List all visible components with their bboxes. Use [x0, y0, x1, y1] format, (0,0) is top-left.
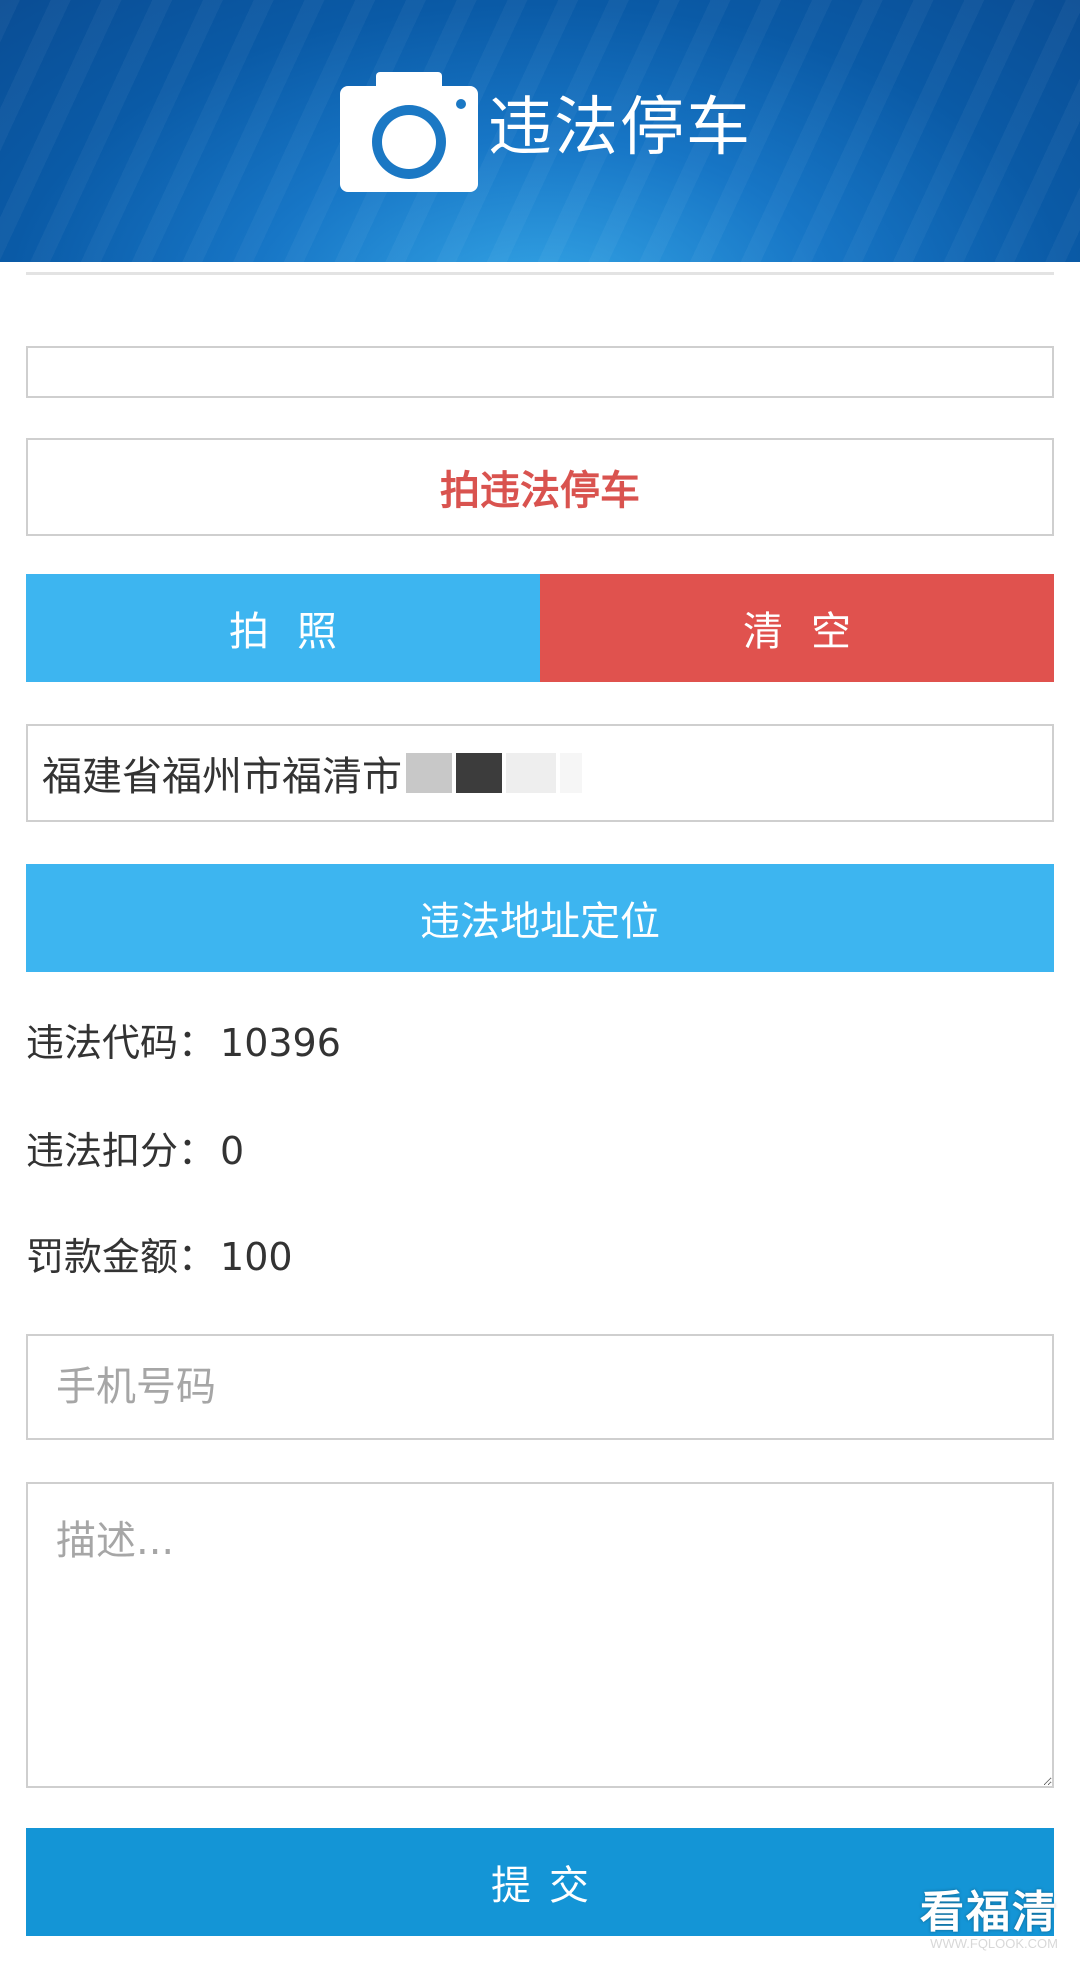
- app-header: 违法停车: [0, 0, 1080, 262]
- locate-address-button[interactable]: 违法地址定位: [26, 864, 1054, 972]
- violation-code-value: 10396: [220, 1021, 341, 1065]
- page-title: 违法停车: [488, 91, 752, 165]
- redacted-address-block: [406, 753, 452, 793]
- photo-action-row: 拍照 清空: [26, 574, 1054, 682]
- take-photo-button[interactable]: 拍照: [26, 574, 540, 682]
- blank-input-field[interactable]: [26, 346, 1054, 398]
- violation-code-label: 违法代码：: [26, 1021, 217, 1065]
- penalty-points-row: 违法扣分： 0: [26, 1126, 244, 1176]
- redacted-address-block: [506, 753, 556, 793]
- submit-button[interactable]: 提交: [26, 1828, 1054, 1936]
- watermark-url: WWW.FQLOOK.COM: [930, 1936, 1058, 1951]
- capture-section-title: 拍违法停车: [26, 438, 1054, 536]
- clear-button[interactable]: 清空: [540, 574, 1054, 682]
- fine-amount-value: 100: [220, 1235, 293, 1279]
- violation-code-row: 违法代码： 10396: [26, 1018, 341, 1068]
- description-textarea[interactable]: [26, 1482, 1054, 1788]
- camera-icon: [340, 72, 478, 192]
- penalty-points-label: 违法扣分：: [26, 1129, 217, 1173]
- watermark-logo-text: 看福清: [920, 1887, 1058, 1938]
- redacted-address-block: [456, 753, 502, 793]
- site-watermark: 看福清 WWW.FQLOOK.COM: [920, 1890, 1058, 1952]
- redacted-address-block: [560, 753, 582, 793]
- address-text: 福建省福州市福清市: [42, 754, 402, 800]
- fine-amount-row: 罚款金额： 100: [26, 1232, 293, 1282]
- phone-number-input[interactable]: [26, 1334, 1054, 1440]
- penalty-points-value: 0: [220, 1129, 245, 1173]
- header-divider: [26, 272, 1054, 275]
- fine-amount-label: 罚款金额：: [26, 1235, 217, 1279]
- address-field[interactable]: 福建省福州市福清市: [26, 724, 1054, 822]
